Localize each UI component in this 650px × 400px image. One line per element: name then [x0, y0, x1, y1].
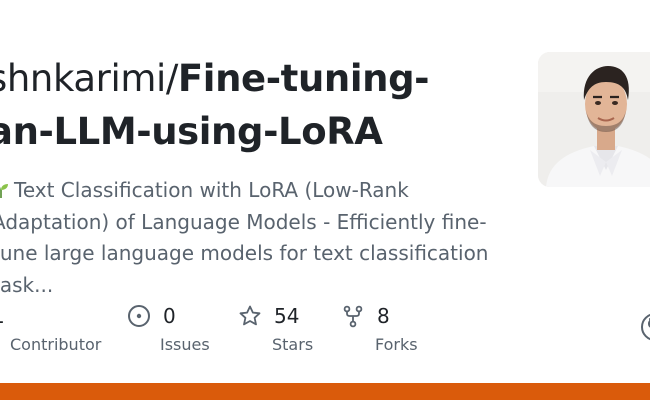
- stat-contributors[interactable]: 1 Contributor: [0, 300, 101, 354]
- github-logo-icon: [641, 313, 650, 341]
- repo-forked-icon: [343, 305, 363, 328]
- issues-label: Issues: [160, 335, 210, 354]
- forks-count: 8: [377, 304, 390, 328]
- stat-issues[interactable]: 0 Issues: [127, 300, 210, 354]
- contributors-label: Contributor: [10, 335, 102, 354]
- seedling-emoji-icon: [0, 184, 8, 198]
- stars-label: Stars: [272, 335, 314, 354]
- repo-description: Text Classification with LoRA (Low-Rank …: [0, 175, 492, 301]
- stat-stars[interactable]: 54 Stars: [238, 300, 313, 354]
- star-icon: [239, 305, 261, 326]
- owner-avatar[interactable]: [538, 52, 650, 187]
- language-bar: [0, 383, 650, 400]
- stat-forks[interactable]: 8 Forks: [341, 300, 418, 354]
- owner-avatar-photo: [538, 52, 650, 187]
- forks-label: Forks: [375, 335, 418, 354]
- repo-title[interactable]: shnkarimi/Fine-tuning-an-LLM-using-LoRA: [0, 52, 488, 158]
- repo-social-card: shnkarimi/Fine-tuning-an-LLM-using-LoRA …: [0, 0, 650, 400]
- stars-count: 54: [274, 304, 300, 328]
- issues-count: 0: [163, 304, 176, 328]
- repo-stats: 1 Contributor 0 Issues 54 Stars: [0, 300, 650, 360]
- repo-owner[interactable]: shnkarimi/: [0, 57, 178, 100]
- repo-description-text: Text Classification with LoRA (Low-Rank …: [0, 178, 489, 297]
- contributors-count: 1: [0, 304, 5, 328]
- issue-opened-icon: [128, 305, 150, 327]
